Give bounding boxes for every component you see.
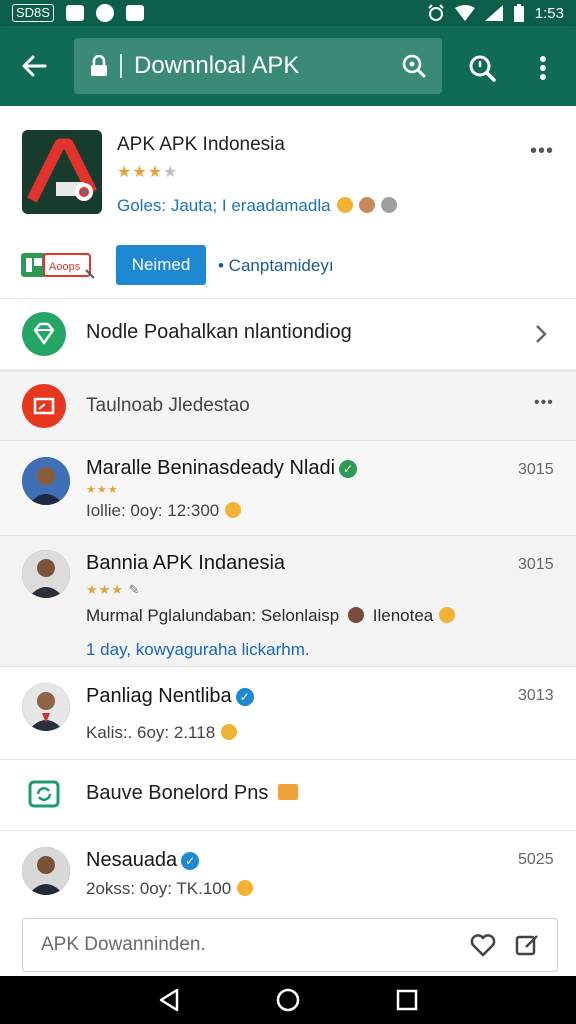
review-meta: Iollie: 0oy: 12:300 <box>86 501 242 521</box>
apps-badge-icon: Aoops <box>20 248 96 282</box>
notification-image-icon <box>65 5 84 21</box>
review-meta: 2okss: 0oy: TK.100 <box>86 879 254 899</box>
mobile-row-title: Nodle Poahalkan nlantiondiog <box>86 321 352 343</box>
section-more-icon[interactable]: ••• <box>534 394 554 412</box>
reviewer-name: Panliag Nentliba ✓ <box>86 685 254 708</box>
verified-badge-icon: ✓ <box>339 459 358 478</box>
image-gallery-icon <box>22 384 66 428</box>
review-item[interactable]: Nesauada ✓ 5025 2okss: 0oy: TK.100 <box>0 831 576 915</box>
review-meta-text: 2okss: 0oy: TK.100 <box>86 879 232 898</box>
apps-badge-label: Aoops <box>49 261 81 273</box>
nav-recents-icon[interactable] <box>387 980 427 1020</box>
review-stars-text: ★★★ <box>86 582 124 597</box>
review-stars: ★★★ ✎ <box>86 582 140 598</box>
status-bar: SD8S 1:53 <box>0 0 576 26</box>
pencil-icon: ✎ <box>123 582 141 597</box>
section-header: Taulnoab Jledestao ••• <box>0 372 576 440</box>
comment-input[interactable] <box>41 934 455 956</box>
review-count: 3015 <box>518 556 554 573</box>
reviewer-name-text: Panliag Nentliba <box>86 685 232 707</box>
lens-search-icon[interactable] <box>400 52 428 80</box>
mobile-row[interactable]: Nodle Poahalkan nlantiondiog <box>0 299 576 369</box>
smile-emoji-icon <box>439 607 456 623</box>
review-meta: Kalis:. 6oy: 2.118 <box>86 723 238 743</box>
battery-icon <box>513 4 525 22</box>
thumbs-up-icon <box>221 724 238 740</box>
app-subtitle-text: Goles: Jauta; I eraadamadla <box>117 196 331 215</box>
person-emoji-icon <box>358 197 375 213</box>
verified-badge-icon: ✓ <box>235 687 254 706</box>
gift-icon <box>277 784 298 800</box>
install-button[interactable]: Neimed <box>116 245 206 285</box>
clock-time: 1:53 <box>534 4 564 22</box>
review-text-main: Murmal Pglalundaban: Selonlaisp <box>86 606 340 625</box>
heart-icon[interactable] <box>467 929 499 961</box>
app-logo-icon <box>22 130 102 214</box>
reviewer-name: Nesauada ✓ <box>86 849 200 872</box>
thumbs-up-icon <box>225 502 242 518</box>
review-meta-text: Iollie: 0oy: 12:300 <box>86 501 220 520</box>
reviewer-name: Maralle Beninasdeady Nladi ✓ <box>86 457 358 480</box>
notification-chat-icon <box>95 4 114 22</box>
promo-title-text: Bauve Bonelord Pns <box>86 782 269 804</box>
address-separator <box>120 54 122 78</box>
nav-back-icon[interactable] <box>149 980 189 1020</box>
reviewer-avatar <box>22 683 70 731</box>
review-item[interactable]: Panliag Nentliba ✓ 3013 Kalis:. 6oy: 2.1… <box>0 667 576 759</box>
compatibility-link[interactable]: • Canptamideyı <box>218 256 334 276</box>
review-stars: ★★★ <box>86 484 119 496</box>
smile-emoji-icon <box>336 197 353 213</box>
diamond-icon <box>22 312 66 356</box>
address-bar[interactable]: Downnloal APK <box>74 38 442 94</box>
app-name: APK APK Indonesia <box>117 134 285 155</box>
reviewer-avatar <box>22 550 70 598</box>
lock-icon <box>88 55 110 77</box>
reviewer-avatar <box>22 457 70 505</box>
chevron-right-icon <box>534 323 548 350</box>
thumbs-up-icon <box>237 880 254 896</box>
reviewer-avatar <box>22 847 70 895</box>
search-icon[interactable] <box>464 50 500 86</box>
app-header: APK APK Indonesia ★★★★ Goles: Jauta; I e… <box>0 106 576 298</box>
person-emoji-icon <box>348 607 364 623</box>
pencil-emoji-icon <box>380 197 397 213</box>
review-text: Murmal Pglalundaban: Selonlaisp Ilenotea <box>86 606 456 626</box>
app-more-icon[interactable]: ••• <box>530 140 554 163</box>
overflow-menu-icon[interactable] <box>528 50 558 86</box>
comment-bar <box>22 918 558 972</box>
section-title: Taulnoab Jledestao <box>86 395 250 416</box>
wifi-icon <box>454 5 475 21</box>
alarm-icon <box>427 4 445 22</box>
carrier-label: SD8S <box>12 4 54 22</box>
signal-icon <box>484 5 503 21</box>
promo-row[interactable]: Bauve Bonelord Pns <box>0 760 576 830</box>
reviewer-name-text: Nesauada <box>86 849 178 871</box>
app-rating-stars: ★★★★ <box>117 164 179 181</box>
system-navigation-bar <box>0 976 576 1024</box>
toolbar: Downnloal APK <box>0 26 576 106</box>
review-item[interactable]: Maralle Beninasdeady Nladi ✓ 3015 ★★★ Io… <box>0 441 576 535</box>
reviewer-name: Bannia APK Indanesia <box>86 552 286 574</box>
review-link[interactable]: 1 day, kowyaguraha lickarhm. <box>86 640 310 660</box>
review-item[interactable]: Bannia APK Indanesia 3015 ★★★ ✎ Murmal P… <box>0 536 576 666</box>
review-count: 3015 <box>518 461 554 478</box>
verified-badge-icon: ✓ <box>181 851 200 870</box>
notification-message-icon <box>125 5 144 21</box>
review-meta-text: Kalis:. 6oy: 2.118 <box>86 723 216 742</box>
review-count: 5025 <box>518 851 554 868</box>
reviewer-name-text: Maralle Beninasdeady Nladi <box>86 457 336 479</box>
nav-home-icon[interactable] <box>268 980 308 1020</box>
back-arrow-icon[interactable] <box>16 48 52 84</box>
promo-row-title: Bauve Bonelord Pns <box>86 782 298 805</box>
review-text-tail: Ilenotea <box>372 606 434 625</box>
refresh-card-icon <box>22 772 66 816</box>
app-subtitle[interactable]: Goles: Jauta; I eraadamadla <box>117 196 397 216</box>
page-title: Downnloal APK <box>134 52 300 79</box>
edit-icon[interactable] <box>511 929 543 961</box>
review-count: 3013 <box>518 687 554 704</box>
